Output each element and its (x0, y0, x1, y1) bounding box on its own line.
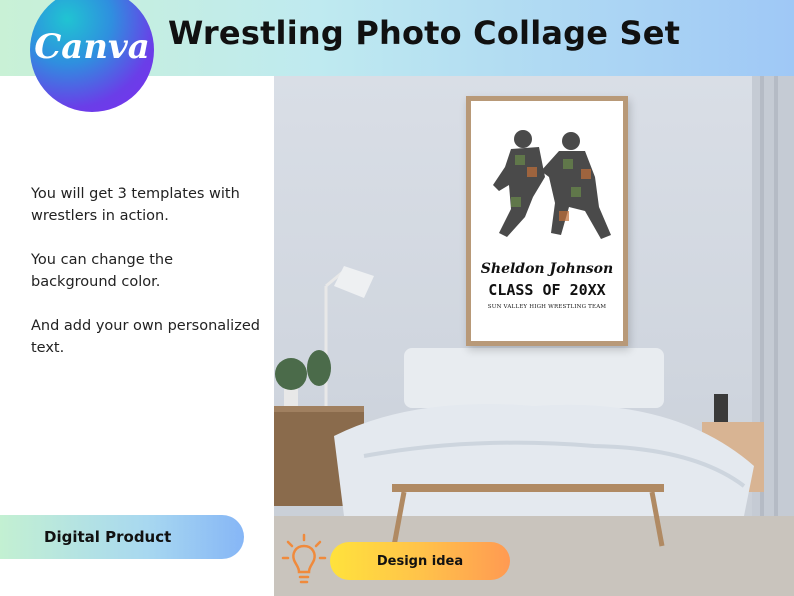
poster-frame: Sheldon Johnson CLASS OF 20XX SUN VALLEY… (466, 96, 628, 346)
description-line-1: You will get 3 templates with wrestlers … (31, 186, 240, 224)
wrestlers-collage-silhouette (493, 130, 611, 239)
design-idea-button[interactable]: Design idea (330, 542, 510, 580)
poster-name: Sheldon Johnson (480, 261, 614, 277)
description-line-2: You can change the background color. (31, 252, 174, 290)
bedroom-photo: Sheldon Johnson CLASS OF 20XX SUN VALLEY… (274, 76, 794, 596)
description-block: You will get 3 templates with wrestlers … (31, 183, 261, 381)
digital-product-label: Digital Product (44, 528, 172, 546)
canva-logo-text: Canva (34, 27, 150, 67)
poster-team: SUN VALLEY HIGH WRESTLING TEAM (487, 304, 607, 310)
poster-class-line: CLASS OF 20XX (488, 281, 606, 299)
design-idea-label: Design idea (376, 553, 464, 569)
lantern (714, 394, 728, 422)
pillows (404, 348, 664, 408)
plant (275, 358, 307, 390)
bench (392, 484, 664, 492)
page-title: Wrestling Photo Collage Set (168, 14, 681, 52)
canva-logo: Canva (30, 0, 154, 112)
lightbulb-icon (281, 533, 327, 584)
lamp (334, 266, 374, 298)
digital-product-badge: Digital Product (0, 515, 244, 559)
description-line-3: And add your own personalized text. (31, 318, 260, 356)
